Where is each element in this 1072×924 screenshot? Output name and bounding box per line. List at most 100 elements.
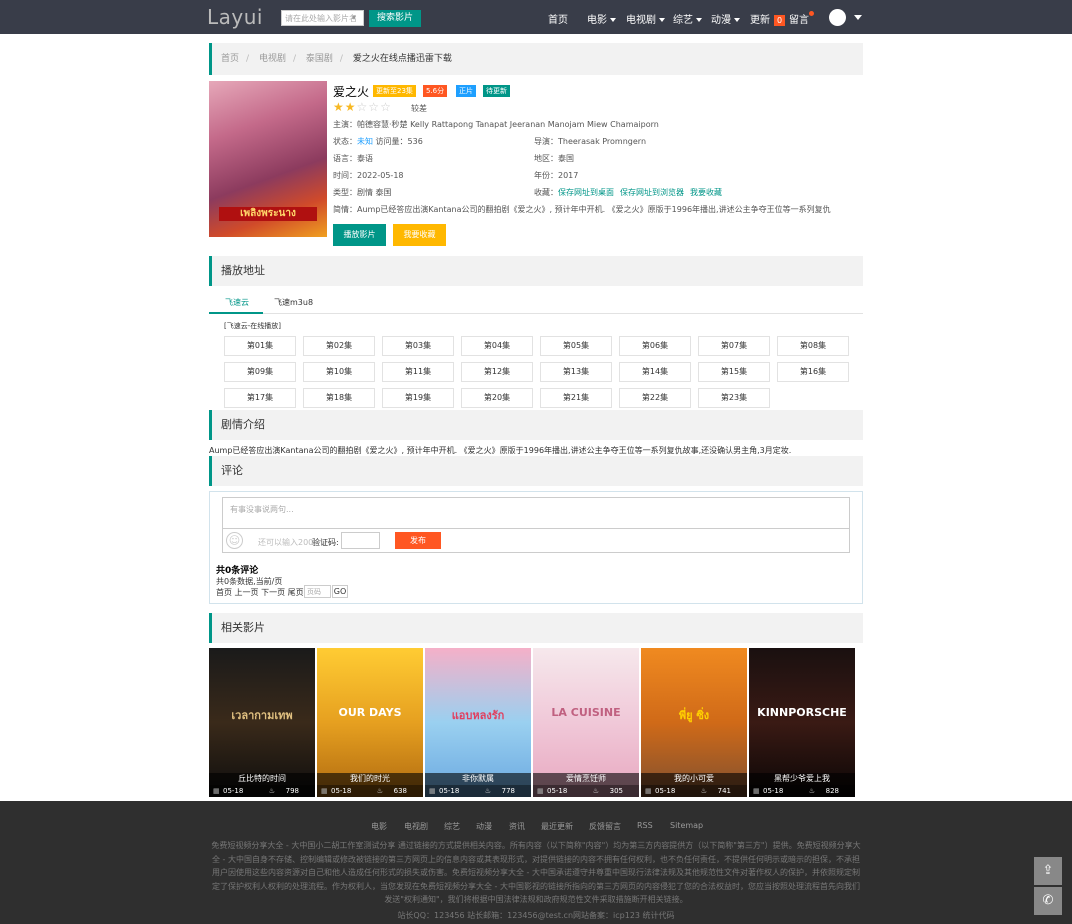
search-dropdown[interactable]: ▾ <box>345 10 363 26</box>
related-views: 778 <box>501 787 515 795</box>
footer-link[interactable]: 最近更新 <box>541 821 573 832</box>
footer-link[interactable]: Sitemap <box>670 821 703 830</box>
footer-link[interactable]: 动漫 <box>476 821 492 832</box>
related-title[interactable]: 丘比特的时间 <box>209 773 315 785</box>
episode-button[interactable]: 第08集 <box>777 336 849 356</box>
star-icon[interactable]: ★ <box>345 100 357 114</box>
nav-message[interactable]: 留言 <box>789 11 809 26</box>
footer-link[interactable]: 电视剧 <box>404 821 428 832</box>
episode-button[interactable]: 第23集 <box>698 388 770 408</box>
episode-button[interactable]: 第04集 <box>461 336 533 356</box>
status-value[interactable]: 未知 <box>357 137 373 146</box>
emoji-icon[interactable]: ☺ <box>226 532 243 549</box>
related-title[interactable]: 我们的时光 <box>317 773 423 785</box>
footer-link[interactable]: RSS <box>637 821 653 830</box>
calendar-icon: ▦ <box>753 787 760 795</box>
footer-disclaimer: 免费短视频分享大全 - 大中国小二胡工作室测试分享 通过链接的方式提供相关内容。… <box>211 841 861 905</box>
nav-variety[interactable]: 综艺 <box>673 11 702 26</box>
star-icon[interactable]: ★ <box>333 100 345 114</box>
related-title[interactable]: 爱情烹饪师 <box>533 773 639 785</box>
search-button[interactable]: 搜索影片 <box>369 10 421 27</box>
nav-tv[interactable]: 电视剧 <box>626 11 665 26</box>
breadcrumb-tv[interactable]: 电视剧 <box>259 54 286 64</box>
play-button[interactable]: 播放影片 <box>333 224 386 246</box>
related-movie-card[interactable]: พี่ยู ซิ่ง 我的小可爱 ▦ 05-18 ♨ 741 <box>641 648 747 797</box>
related-meta: ▦ 05-18 ♨ 638 <box>317 785 423 797</box>
related-meta: ▦ 05-18 ♨ 828 <box>749 785 855 797</box>
episode-button[interactable]: 第02集 <box>303 336 375 356</box>
breadcrumb-thai[interactable]: 泰国剧 <box>306 54 333 64</box>
related-movie-card[interactable]: LA CUISINE 爱情烹饪师 ▦ 05-18 ♨ 305 <box>533 648 639 797</box>
chevron-down-icon[interactable] <box>854 15 862 20</box>
fire-icon: ♨ <box>592 787 599 795</box>
episode-button[interactable]: 第22集 <box>619 388 691 408</box>
movie-poster[interactable]: เพลิงพระนาง <box>209 81 327 237</box>
star-empty-icon[interactable]: ☆ <box>380 100 392 114</box>
episode-button[interactable]: 第14集 <box>619 362 691 382</box>
episode-button[interactable]: 第11集 <box>382 362 454 382</box>
collect-button[interactable]: 我要收藏 <box>393 224 446 246</box>
related-movie-card[interactable]: KINNPORSCHE 黑帮少爷爱上我 ▦ 05-18 ♨ 828 <box>749 648 855 797</box>
pagination[interactable]: 首页 上一页 下一页 尾页 <box>216 587 304 598</box>
episode-button[interactable]: 第05集 <box>540 336 612 356</box>
episode-button[interactable]: 第18集 <box>303 388 375 408</box>
publish-button[interactable]: 发布 <box>395 532 441 549</box>
episode-button[interactable]: 第10集 <box>303 362 375 382</box>
star-empty-icon[interactable]: ☆ <box>357 100 369 114</box>
episode-button[interactable]: 第20集 <box>461 388 533 408</box>
related-meta: ▦ 05-18 ♨ 305 <box>533 785 639 797</box>
comment-count: 共0条评论 <box>216 566 259 576</box>
vcode-input[interactable] <box>341 532 380 549</box>
footer-link[interactable]: 资讯 <box>509 821 525 832</box>
episode-button[interactable]: 第13集 <box>540 362 612 382</box>
nav-update[interactable]: 更新 0 <box>750 11 786 26</box>
related-movie-card[interactable]: เวลากามเทพ 丘比特的时间 ▦ 05-18 ♨ 798 <box>209 648 315 797</box>
page-input[interactable]: 页码 <box>304 585 331 598</box>
rating-stars[interactable]: ★★☆☆☆ <box>333 100 392 114</box>
episode-button[interactable]: 第03集 <box>382 336 454 356</box>
episode-button[interactable]: 第09集 <box>224 362 296 382</box>
star-empty-icon[interactable]: ☆ <box>368 100 380 114</box>
episode-button[interactable]: 第12集 <box>461 362 533 382</box>
chevron-down-icon <box>659 18 665 22</box>
footer-link[interactable]: 综艺 <box>444 821 460 832</box>
episode-button[interactable]: 第16集 <box>777 362 849 382</box>
related-views: 798 <box>285 787 299 795</box>
episode-button[interactable]: 第21集 <box>540 388 612 408</box>
related-title[interactable]: 我的小可爱 <box>641 773 747 785</box>
episode-button[interactable]: 第19集 <box>382 388 454 408</box>
language-row: 语言：泰语 <box>333 154 373 163</box>
comment-textarea[interactable]: 有事没事说两句... <box>222 497 850 529</box>
avatar[interactable] <box>829 9 846 26</box>
cast-row: 主演：帕德容慧·秒楚 Kelly Rattapong Tanapat Jeera… <box>333 120 659 129</box>
collect-link[interactable]: 我要收藏 <box>690 188 722 197</box>
related-movie-card[interactable]: OUR DAYS 我们的时光 ▦ 05-18 ♨ 638 <box>317 648 423 797</box>
share-icon[interactable]: ⇪ <box>1034 857 1062 885</box>
tag-score: 5.6分 <box>423 85 448 97</box>
related-movie-card[interactable]: แอบหลงรัก 非你默属 ▦ 05-18 ♨ 778 <box>425 648 531 797</box>
page-go-button[interactable]: GO <box>332 585 348 598</box>
save-desktop-link[interactable]: 保存网址到桌面 <box>558 188 614 197</box>
episode-button[interactable]: 第17集 <box>224 388 296 408</box>
episode-button[interactable]: 第01集 <box>224 336 296 356</box>
site-logo[interactable]: Layui <box>207 5 263 29</box>
episode-button[interactable]: 第15集 <box>698 362 770 382</box>
tab-feisuyun[interactable]: 飞速云 <box>225 297 249 308</box>
save-browser-link[interactable]: 保存网址到浏览器 <box>620 188 684 197</box>
related-title[interactable]: 非你默属 <box>425 773 531 785</box>
chevron-down-icon <box>696 18 702 22</box>
nav-home[interactable]: 首页 <box>548 11 568 26</box>
footer-link[interactable]: 反馈留言 <box>589 821 621 832</box>
nav-anime[interactable]: 动漫 <box>711 11 740 26</box>
chevron-down-icon <box>734 18 740 22</box>
episode-button[interactable]: 第07集 <box>698 336 770 356</box>
poster-title: เวลากามเทพ <box>231 709 293 722</box>
nav-movie[interactable]: 电影 <box>587 11 616 26</box>
episode-button[interactable]: 第06集 <box>619 336 691 356</box>
wechat-icon[interactable]: ✆ <box>1034 887 1062 915</box>
breadcrumb-home[interactable]: 首页 <box>221 54 239 64</box>
footer-link[interactable]: 电影 <box>371 821 387 832</box>
related-title[interactable]: 黑帮少爷爱上我 <box>749 773 855 785</box>
play-section-header: 播放地址 <box>209 256 863 286</box>
tab-feisu-m3u8[interactable]: 飞速m3u8 <box>274 297 313 308</box>
